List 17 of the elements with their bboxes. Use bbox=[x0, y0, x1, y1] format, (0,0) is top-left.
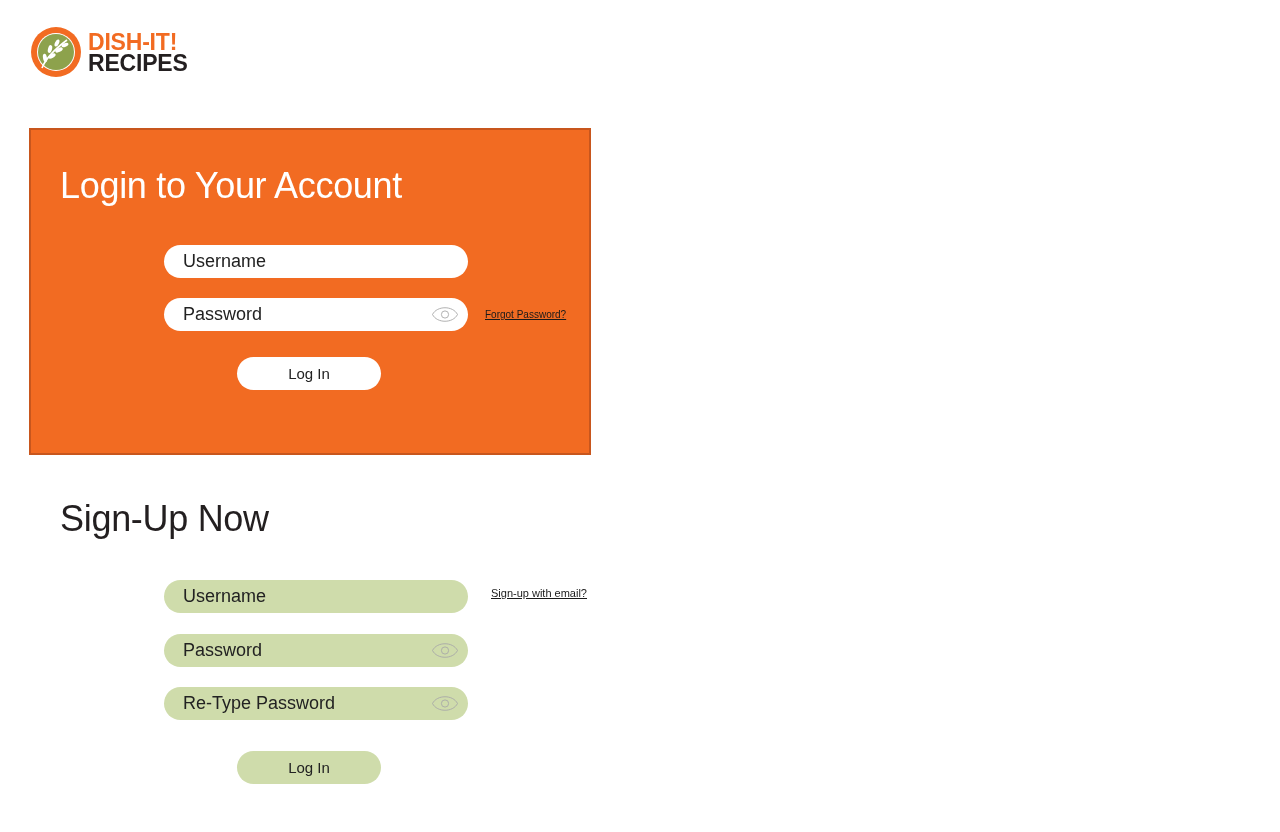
eye-icon[interactable] bbox=[432, 307, 458, 322]
password-field[interactable]: Password bbox=[164, 633, 468, 667]
brand-subtitle: RECIPES bbox=[88, 53, 188, 74]
eye-icon[interactable] bbox=[432, 642, 458, 658]
text-link[interactable]: Forgot Password? bbox=[485, 309, 567, 320]
password-field[interactable]: Password bbox=[164, 298, 468, 331]
logo-icon bbox=[31, 27, 81, 77]
section-title: Sign-Up Now bbox=[60, 499, 269, 539]
text-link[interactable]: Sign-up with email? bbox=[491, 587, 587, 599]
login-button[interactable]: Log In bbox=[237, 751, 381, 784]
brand-name: DISH-IT! bbox=[88, 32, 178, 53]
eye-icon[interactable] bbox=[432, 696, 458, 711]
section-title: Login to Your Account bbox=[60, 166, 402, 206]
text-field[interactable]: Username bbox=[164, 580, 468, 613]
password-field[interactable]: Re-Type Password bbox=[164, 687, 468, 720]
login-button[interactable]: Log In bbox=[237, 357, 381, 390]
text-field[interactable]: Username bbox=[164, 245, 468, 278]
